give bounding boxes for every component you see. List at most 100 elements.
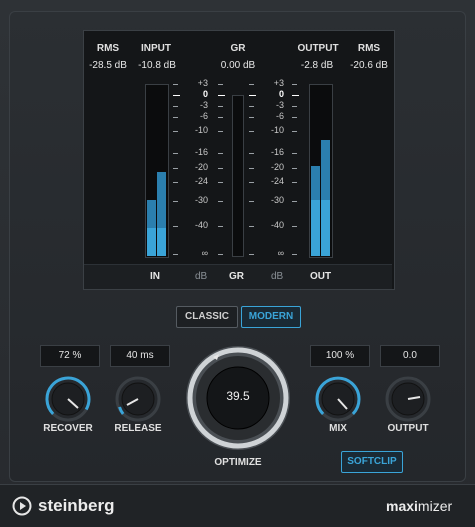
optimize-label: OPTIMIZE — [214, 457, 262, 468]
rms-out-value: -20.6 dB — [350, 60, 388, 71]
scale-tick-mark — [292, 168, 297, 169]
scale-tick-mark — [173, 117, 178, 118]
scale-tick-mark — [173, 168, 178, 169]
release-knob[interactable] — [114, 375, 162, 423]
recover-value[interactable]: 72 % — [40, 345, 100, 367]
scale-tick-label: ∞ — [201, 248, 208, 258]
scale-tick-mark — [218, 84, 223, 85]
rms-in-value: -28.5 dB — [89, 60, 127, 71]
scale-tick-label: -30 — [194, 195, 208, 205]
scale-tick-mark — [173, 95, 180, 96]
output-knob[interactable] — [384, 375, 432, 423]
scale-tick-label: -40 — [194, 220, 208, 230]
scale-tick-mark — [249, 84, 254, 85]
scale-tick-label: -6 — [199, 111, 208, 121]
scale-tick-mark — [173, 201, 178, 202]
steinberg-brand: steinberg — [38, 496, 115, 515]
scale-tick-label: 0 — [202, 89, 208, 99]
scale-tick-mark — [292, 201, 297, 202]
db-left-label: dB — [195, 271, 208, 282]
scale-tick-mark — [218, 131, 223, 132]
scale-tick-mark — [173, 84, 178, 85]
scale-tick-label: -24 — [270, 176, 284, 186]
scale-tick-mark — [249, 226, 254, 227]
steinberg-logo-icon — [12, 496, 32, 516]
scale-tick-mark — [173, 226, 178, 227]
scale-tick-mark — [173, 131, 178, 132]
scale-tick-mark — [292, 95, 299, 96]
scale-tick-mark — [292, 117, 297, 118]
scale-tick-mark — [249, 117, 254, 118]
scale-tick-mark — [173, 254, 178, 255]
scale-tick-label: -16 — [270, 147, 284, 157]
scale-tick-mark — [218, 168, 223, 169]
scale-tick-mark — [218, 226, 223, 227]
optimize-value: 39.5 — [226, 389, 250, 403]
scale-tick-mark — [249, 153, 254, 154]
scale-tick-label: +3 — [197, 78, 208, 88]
output-value: -2.8 dB — [300, 60, 334, 71]
release-label: RELEASE — [114, 423, 162, 434]
gr-meter — [232, 95, 244, 257]
scale-tick-label: -20 — [194, 162, 208, 172]
mix-knob[interactable] — [314, 375, 362, 423]
scale-tick-label: ∞ — [277, 248, 284, 258]
scale-tick-mark — [249, 182, 254, 183]
output-meter-left-rms — [311, 200, 320, 256]
output-gain-value[interactable]: 0.0 — [380, 345, 440, 367]
output-label: OUTPUT — [297, 43, 339, 54]
rms-in-label: RMS — [96, 43, 120, 54]
gr-bottom-label: GR — [229, 271, 244, 282]
scale-tick-mark — [173, 182, 178, 183]
mix-value[interactable]: 100 % — [310, 345, 370, 367]
scale-tick-label: -40 — [270, 220, 284, 230]
scale-tick-label: -10 — [194, 125, 208, 135]
product-name-rest: mizer — [417, 498, 453, 514]
scale-tick-mark — [249, 168, 254, 169]
gr-value: 0.00 dB — [220, 60, 256, 71]
scale-tick-mark — [173, 106, 178, 107]
output-meter — [309, 84, 333, 258]
scale-tick-mark — [292, 153, 297, 154]
product-name-bold: maxi — [386, 498, 418, 514]
in-label: IN — [150, 271, 160, 282]
scale-tick-mark — [292, 84, 297, 85]
scale-tick-label: -3 — [199, 100, 208, 110]
input-meter-left-rms — [147, 228, 156, 256]
rms-out-label: RMS — [357, 43, 381, 54]
scale-tick-mark — [249, 106, 254, 107]
scale-tick-mark — [218, 117, 223, 118]
scale-tick-mark — [218, 106, 223, 107]
input-meter-right-rms — [157, 228, 166, 256]
output-meter-right-rms — [321, 200, 330, 256]
modern-mode-button[interactable]: MODERN — [241, 306, 301, 328]
scale-tick-mark — [249, 95, 256, 96]
scale-tick-label: -16 — [194, 147, 208, 157]
scale-tick-label: -30 — [270, 195, 284, 205]
scale-tick-label: 0 — [278, 89, 284, 99]
softclip-button[interactable]: SOFTCLIP — [341, 451, 403, 473]
scale-tick-label: -20 — [270, 162, 284, 172]
out-label: OUT — [310, 271, 332, 282]
scale-tick-mark — [249, 131, 254, 132]
input-label: INPUT — [141, 43, 171, 54]
scale-tick-mark — [218, 201, 223, 202]
output-gain-label: OUTPUT — [387, 423, 429, 434]
scale-tick-mark — [292, 131, 297, 132]
scale-tick-label: -6 — [275, 111, 284, 121]
db-right-label: dB — [271, 271, 284, 282]
input-meter — [145, 84, 169, 258]
recover-knob[interactable] — [44, 375, 92, 423]
input-value: -10.8 dB — [138, 60, 176, 71]
scale-tick-mark — [292, 254, 297, 255]
scale-tick-mark — [249, 201, 254, 202]
scale-tick-label: +3 — [273, 78, 284, 88]
scale-tick-mark — [218, 95, 225, 96]
scale-tick-mark — [218, 153, 223, 154]
scale-tick-mark — [173, 153, 178, 154]
release-value[interactable]: 40 ms — [110, 345, 170, 367]
classic-mode-button[interactable]: CLASSIC — [176, 306, 238, 328]
scale-tick-mark — [292, 182, 297, 183]
scale-tick-label: -10 — [270, 125, 284, 135]
scale-tick-mark — [249, 254, 254, 255]
